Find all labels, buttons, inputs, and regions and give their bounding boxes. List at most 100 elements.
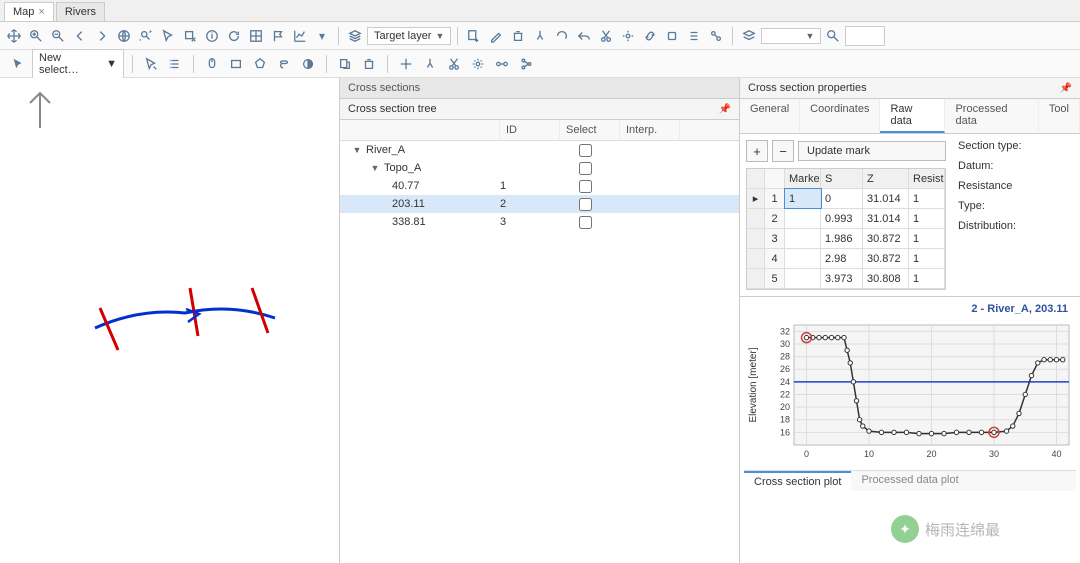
table-header[interactable]: Z [863, 169, 909, 188]
chart-tab-cross-section-plot[interactable]: Cross section plot [744, 471, 851, 491]
rotate-icon[interactable] [552, 26, 572, 46]
list-icon[interactable] [165, 54, 185, 74]
contrast-icon[interactable] [298, 54, 318, 74]
table-row[interactable]: 4 2.98 30.872 1 [747, 249, 945, 269]
tree-row[interactable]: 338.81 3 [340, 213, 739, 231]
chart-icon[interactable] [290, 26, 310, 46]
flag-icon[interactable] [268, 26, 288, 46]
tree-row[interactable]: 40.77 1 [340, 177, 739, 195]
zoom-out-icon[interactable] [48, 26, 68, 46]
table-header[interactable]: S [821, 169, 863, 188]
tree-item-checkbox[interactable] [579, 144, 592, 157]
table-row[interactable]: 3 1.986 30.872 1 [747, 229, 945, 249]
zoom-extent-icon[interactable] [136, 26, 156, 46]
gear-icon[interactable] [468, 54, 488, 74]
svg-text:20: 20 [926, 449, 936, 459]
tree-row[interactable]: ▼ Topo_A [340, 159, 739, 177]
merge-icon[interactable] [516, 54, 536, 74]
tree-item-checkbox[interactable] [579, 216, 592, 229]
export-sel-icon[interactable] [335, 54, 355, 74]
pan-icon[interactable] [4, 26, 24, 46]
chart-tab-processed-data-plot[interactable]: Processed data plot [851, 471, 968, 491]
add-row-button[interactable]: + [746, 140, 768, 162]
tool-c-icon[interactable] [706, 26, 726, 46]
edit-icon[interactable] [486, 26, 506, 46]
layer-combo[interactable]: ▼ [761, 28, 821, 44]
delete-icon[interactable] [508, 26, 528, 46]
map-view[interactable] [0, 78, 340, 563]
snap-icon[interactable] [618, 26, 638, 46]
update-markers-button[interactable]: Update mark [798, 141, 946, 161]
pointer-icon[interactable] [8, 54, 28, 74]
pin-icon[interactable]: 📌 [719, 104, 731, 115]
close-icon[interactable]: × [38, 6, 44, 18]
svg-text:24: 24 [780, 377, 790, 387]
main-toolbar: ▾ Target layer▼ ▼ [0, 22, 1080, 50]
raw-data-table[interactable]: MarkeSZResista ▸ 1 1 0 31.014 1 2 0.993 … [746, 168, 946, 290]
cross-section-chart[interactable]: 161820222426283032010203040Elevation [me… [744, 317, 1074, 467]
clear-select-icon[interactable] [180, 26, 200, 46]
refresh-icon[interactable] [224, 26, 244, 46]
globe-icon[interactable] [114, 26, 134, 46]
expand-icon[interactable]: ▼ [370, 163, 380, 173]
link-icon[interactable] [640, 26, 660, 46]
tool-b-icon[interactable] [684, 26, 704, 46]
table-row[interactable]: 2 0.993 31.014 1 [747, 209, 945, 229]
new-feature-icon[interactable] [464, 26, 484, 46]
target-layer-dropdown[interactable]: Target layer▼ [367, 27, 451, 45]
layer-stack-icon[interactable] [739, 26, 759, 46]
layers-icon[interactable] [345, 26, 365, 46]
tab-processed-data[interactable]: Processed data [945, 99, 1038, 133]
prev-icon[interactable] [70, 26, 90, 46]
undo-icon[interactable] [574, 26, 594, 46]
river-line[interactable] [95, 309, 275, 328]
move-icon[interactable] [396, 54, 416, 74]
tree-item-checkbox[interactable] [579, 162, 592, 175]
table-row[interactable]: ▸ 1 1 0 31.014 1 [747, 189, 945, 209]
polygon-select-icon[interactable] [250, 54, 270, 74]
mouse-icon[interactable] [202, 54, 222, 74]
cross-section-3[interactable] [252, 288, 268, 333]
tree-row[interactable]: 203.11 2 [340, 195, 739, 213]
tree-item-checkbox[interactable] [579, 198, 592, 211]
svg-text:26: 26 [780, 364, 790, 374]
zoom-in-icon[interactable] [26, 26, 46, 46]
table-header[interactable]: Marke [785, 169, 821, 188]
expand-icon[interactable]: ▼ [352, 145, 362, 155]
search-icon[interactable] [823, 26, 843, 46]
tree-item-checkbox[interactable] [579, 180, 592, 193]
delete-sel-icon[interactable] [359, 54, 379, 74]
chevron-down-icon[interactable]: ▾ [312, 26, 332, 46]
tab-map[interactable]: Map× [4, 2, 54, 21]
tree-body[interactable]: ▼ River_A ▼ Topo_A 40.77 1 203.11 2 338.… [340, 141, 739, 563]
tree-row[interactable]: ▼ River_A [340, 141, 739, 159]
pin-icon[interactable]: 📌 [1060, 83, 1072, 94]
scissors-icon[interactable] [444, 54, 464, 74]
info-icon[interactable] [202, 26, 222, 46]
node-icon[interactable] [492, 54, 512, 74]
pointer-tool-icon[interactable] [158, 26, 178, 46]
table-row[interactable]: 5 3.973 30.808 1 [747, 269, 945, 289]
split-icon[interactable] [530, 26, 550, 46]
sections-title: Cross sections [340, 78, 739, 99]
tab-tool[interactable]: Tool [1039, 99, 1080, 133]
remove-row-button[interactable]: − [772, 140, 794, 162]
lasso-select-icon[interactable] [274, 54, 294, 74]
branch-icon[interactable] [420, 54, 440, 74]
select-mode-dropdown[interactable]: New select…▼ [32, 49, 124, 79]
cross-section-1[interactable] [100, 308, 118, 350]
table-header[interactable]: Resista [909, 169, 945, 188]
tab-coordinates[interactable]: Coordinates [800, 99, 880, 133]
rect-select-icon[interactable] [226, 54, 246, 74]
tab-raw-data[interactable]: Raw data [880, 99, 945, 133]
svg-text:Elevation [meter]: Elevation [meter] [748, 347, 759, 422]
tab-general[interactable]: General [740, 99, 800, 133]
search-input[interactable] [845, 26, 885, 46]
property-tabs: GeneralCoordinatesRaw dataProcessed data… [740, 99, 1080, 134]
tab-rivers[interactable]: Rivers [56, 2, 105, 21]
next-icon[interactable] [92, 26, 112, 46]
grid-icon[interactable] [246, 26, 266, 46]
cut-icon[interactable] [596, 26, 616, 46]
arrow-select-icon[interactable] [141, 54, 161, 74]
tool-a-icon[interactable] [662, 26, 682, 46]
